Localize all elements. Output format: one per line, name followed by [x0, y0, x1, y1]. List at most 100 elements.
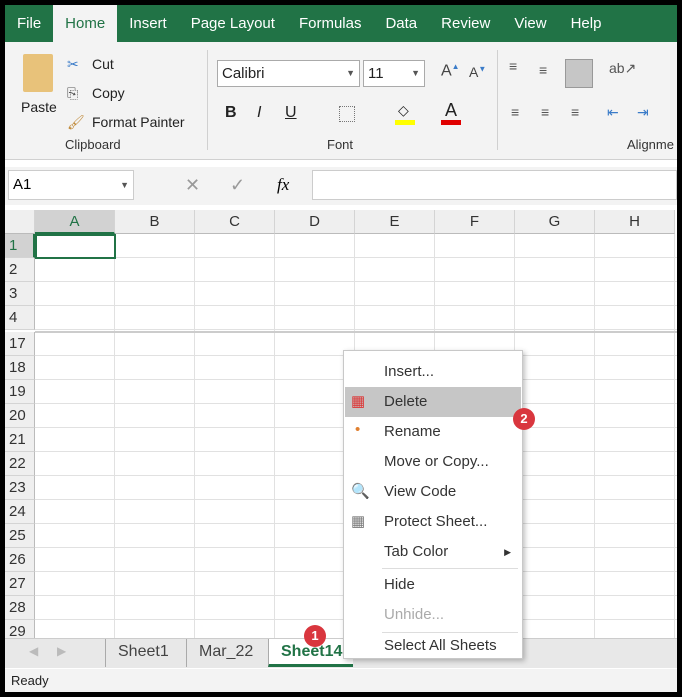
row-header-26[interactable]: 26	[5, 548, 35, 572]
font-name-value: Calibri	[222, 65, 265, 82]
row-header-20[interactable]: 20	[5, 404, 35, 428]
menu-select-all-sheets[interactable]: Select All Sheets	[345, 633, 521, 659]
tab-help[interactable]: Help	[559, 5, 614, 42]
step-badge-1: 1	[304, 625, 326, 647]
tab-data[interactable]: Data	[373, 5, 429, 42]
delete-sheet-icon: ▦	[351, 393, 366, 410]
gridline	[35, 281, 677, 282]
tab-file[interactable]: File	[5, 5, 53, 42]
select-all-corner[interactable]	[5, 210, 35, 234]
gridline	[35, 257, 677, 258]
underline-button[interactable]: U	[285, 104, 297, 122]
step-badge-2: 2	[513, 408, 535, 430]
worksheet-grid[interactable]: A B C D E F G H 1 2 3 4 17 18 19 20 21 22 23 24 25 26 27 28 29	[5, 210, 677, 644]
formula-input[interactable]	[312, 170, 677, 200]
top-align-icon[interactable]: ≡	[509, 58, 517, 74]
borders-icon[interactable]	[339, 106, 355, 122]
column-header-b[interactable]: B	[115, 210, 195, 234]
middle-align-icon[interactable]: ≡	[539, 62, 547, 78]
font-size-select[interactable]: 11 ▼	[363, 60, 425, 87]
format-painter-button[interactable]: Format Painter	[92, 114, 185, 130]
menu-delete[interactable]: ▦ Delete	[345, 387, 521, 417]
gridline	[194, 234, 195, 644]
gridline	[674, 234, 675, 644]
font-name-select[interactable]: Calibri ▼	[217, 60, 360, 87]
column-header-e[interactable]: E	[355, 210, 435, 234]
column-header-g[interactable]: G	[515, 210, 595, 234]
ribbon-home: Paste ✂ Cut ⎘ Copy 🖌 Format Painter Clip…	[5, 42, 677, 160]
increase-font-icon[interactable]: A▲	[441, 62, 460, 80]
bottom-align-button[interactable]	[565, 59, 593, 88]
row-header-22[interactable]: 22	[5, 452, 35, 476]
row-header-18[interactable]: 18	[5, 356, 35, 380]
row-header-4[interactable]: 4	[5, 306, 35, 330]
decrease-indent-icon[interactable]: ⇤	[607, 104, 619, 121]
decrease-font-icon[interactable]: A▼	[469, 64, 486, 80]
tab-home[interactable]: Home	[53, 5, 118, 42]
bold-button[interactable]: B	[225, 104, 237, 122]
column-header-h[interactable]: H	[595, 210, 675, 234]
menu-view-code-label: View Code	[384, 483, 457, 500]
row-header-27[interactable]: 27	[5, 572, 35, 596]
gridline	[594, 234, 595, 644]
menu-tab-color[interactable]: Tab Color ▶	[345, 537, 521, 567]
align-center-icon[interactable]: ≡	[541, 104, 549, 120]
fill-color-icon[interactable]: ◇	[398, 102, 409, 119]
menu-protect-sheet-label: Protect Sheet...	[384, 513, 488, 530]
row-header-17[interactable]: 17	[5, 332, 35, 356]
copy-button[interactable]: Copy	[92, 85, 125, 101]
tab-page-layout[interactable]: Page Layout	[179, 5, 287, 42]
align-left-icon[interactable]: ≡	[511, 104, 519, 120]
menu-protect-sheet[interactable]: ▦ Protect Sheet...	[345, 507, 521, 537]
row-header-28[interactable]: 28	[5, 596, 35, 620]
row-header-23[interactable]: 23	[5, 476, 35, 500]
cancel-icon[interactable]: ✕	[185, 175, 200, 196]
row-header-25[interactable]: 25	[5, 524, 35, 548]
name-box-value: A1	[13, 176, 32, 193]
active-cell-a1[interactable]	[35, 234, 116, 259]
orientation-icon[interactable]: ab↗	[609, 60, 636, 77]
row-header-21[interactable]: 21	[5, 428, 35, 452]
row-header-1[interactable]: 1	[5, 234, 35, 258]
fill-color-swatch	[395, 120, 415, 125]
menu-hide[interactable]: Hide	[345, 570, 521, 600]
scroll-right-icon[interactable]: ▶	[57, 644, 66, 658]
cut-button[interactable]: Cut	[92, 56, 114, 72]
tab-view[interactable]: View	[502, 5, 558, 42]
enter-icon[interactable]: ✓	[230, 175, 245, 196]
row-header-19[interactable]: 19	[5, 380, 35, 404]
protect-sheet-icon: ▦	[351, 513, 366, 530]
tab-formulas[interactable]: Formulas	[287, 5, 374, 42]
menu-tab-color-label: Tab Color	[384, 543, 449, 560]
menu-view-code[interactable]: 🔍 View Code	[345, 477, 521, 507]
column-header-f[interactable]: F	[435, 210, 515, 234]
font-color-icon[interactable]: A	[445, 100, 457, 121]
increase-indent-icon[interactable]: ⇥	[637, 104, 649, 121]
tab-review[interactable]: Review	[429, 5, 502, 42]
column-header-d[interactable]: D	[275, 210, 355, 234]
scroll-left-icon[interactable]: ◀	[29, 644, 38, 658]
column-header-c[interactable]: C	[195, 210, 275, 234]
paste-icon[interactable]	[23, 54, 53, 92]
alignment-group-label: Alignme	[627, 137, 674, 152]
name-box[interactable]: A1 ▼	[8, 170, 134, 200]
status-bar: Ready	[5, 669, 677, 692]
sheet-tab-sheet1[interactable]: Sheet1	[105, 639, 181, 667]
menu-move-or-copy[interactable]: Move or Copy...	[345, 447, 521, 477]
gridline	[35, 329, 677, 330]
row-header-24[interactable]: 24	[5, 500, 35, 524]
paste-button[interactable]: Paste	[21, 99, 57, 115]
row-header-2[interactable]: 2	[5, 258, 35, 282]
gridline	[114, 234, 115, 644]
column-header-a[interactable]: A	[35, 210, 115, 234]
insert-function-button[interactable]: fx	[277, 175, 289, 195]
sheet-context-menu: Insert... ▦ Delete • Rename Move or Copy..…	[343, 350, 523, 659]
menu-rename-label: Rename	[384, 423, 441, 440]
align-right-icon[interactable]: ≡	[571, 104, 579, 120]
row-header-3[interactable]: 3	[5, 282, 35, 306]
sheet-tab-mar-22[interactable]: Mar_22	[186, 639, 265, 667]
tab-insert[interactable]: Insert	[117, 5, 179, 42]
menu-insert[interactable]: Insert...	[345, 357, 521, 387]
italic-button[interactable]: I	[257, 104, 261, 122]
menu-rename[interactable]: • Rename	[345, 417, 521, 447]
